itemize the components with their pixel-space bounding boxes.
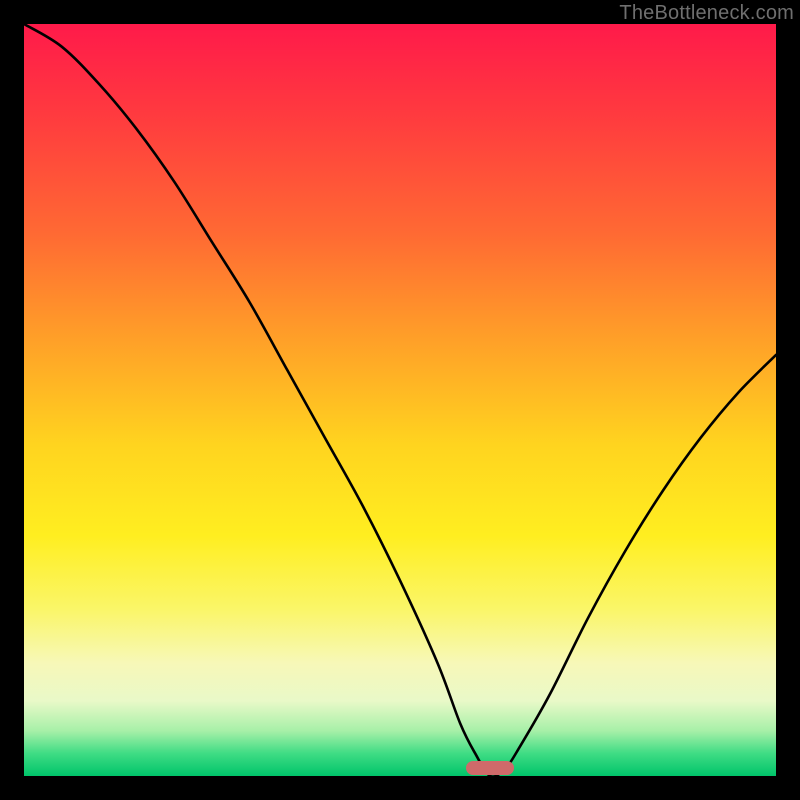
plot-area [24, 24, 776, 776]
watermark-text: TheBottleneck.com [619, 2, 794, 25]
optimal-marker [466, 761, 514, 775]
bottleneck-curve [24, 24, 776, 776]
chart-frame: TheBottleneck.com [0, 0, 800, 800]
